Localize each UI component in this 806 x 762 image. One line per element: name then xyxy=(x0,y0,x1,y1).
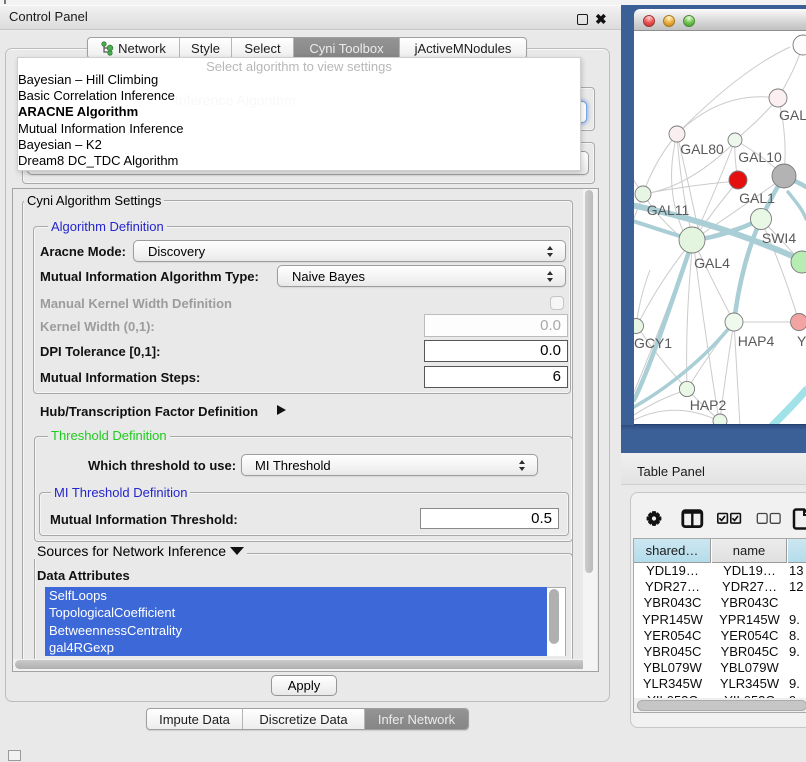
svg-text:HAP2: HAP2 xyxy=(690,397,727,413)
svg-text:GCY1: GCY1 xyxy=(634,335,672,351)
svg-text:GAL1: GAL1 xyxy=(739,190,775,206)
svg-text:GAL11: GAL11 xyxy=(647,202,690,218)
svg-text:HAP4: HAP4 xyxy=(738,333,775,349)
svg-text:SWI4: SWI4 xyxy=(762,230,796,246)
svg-text:GAL2: GAL2 xyxy=(779,107,806,123)
svg-text:Y: Y xyxy=(797,333,806,349)
svg-text:GAL4: GAL4 xyxy=(694,255,730,271)
svg-text:GAL80: GAL80 xyxy=(680,141,724,157)
svg-text:GAL10: GAL10 xyxy=(738,149,782,165)
